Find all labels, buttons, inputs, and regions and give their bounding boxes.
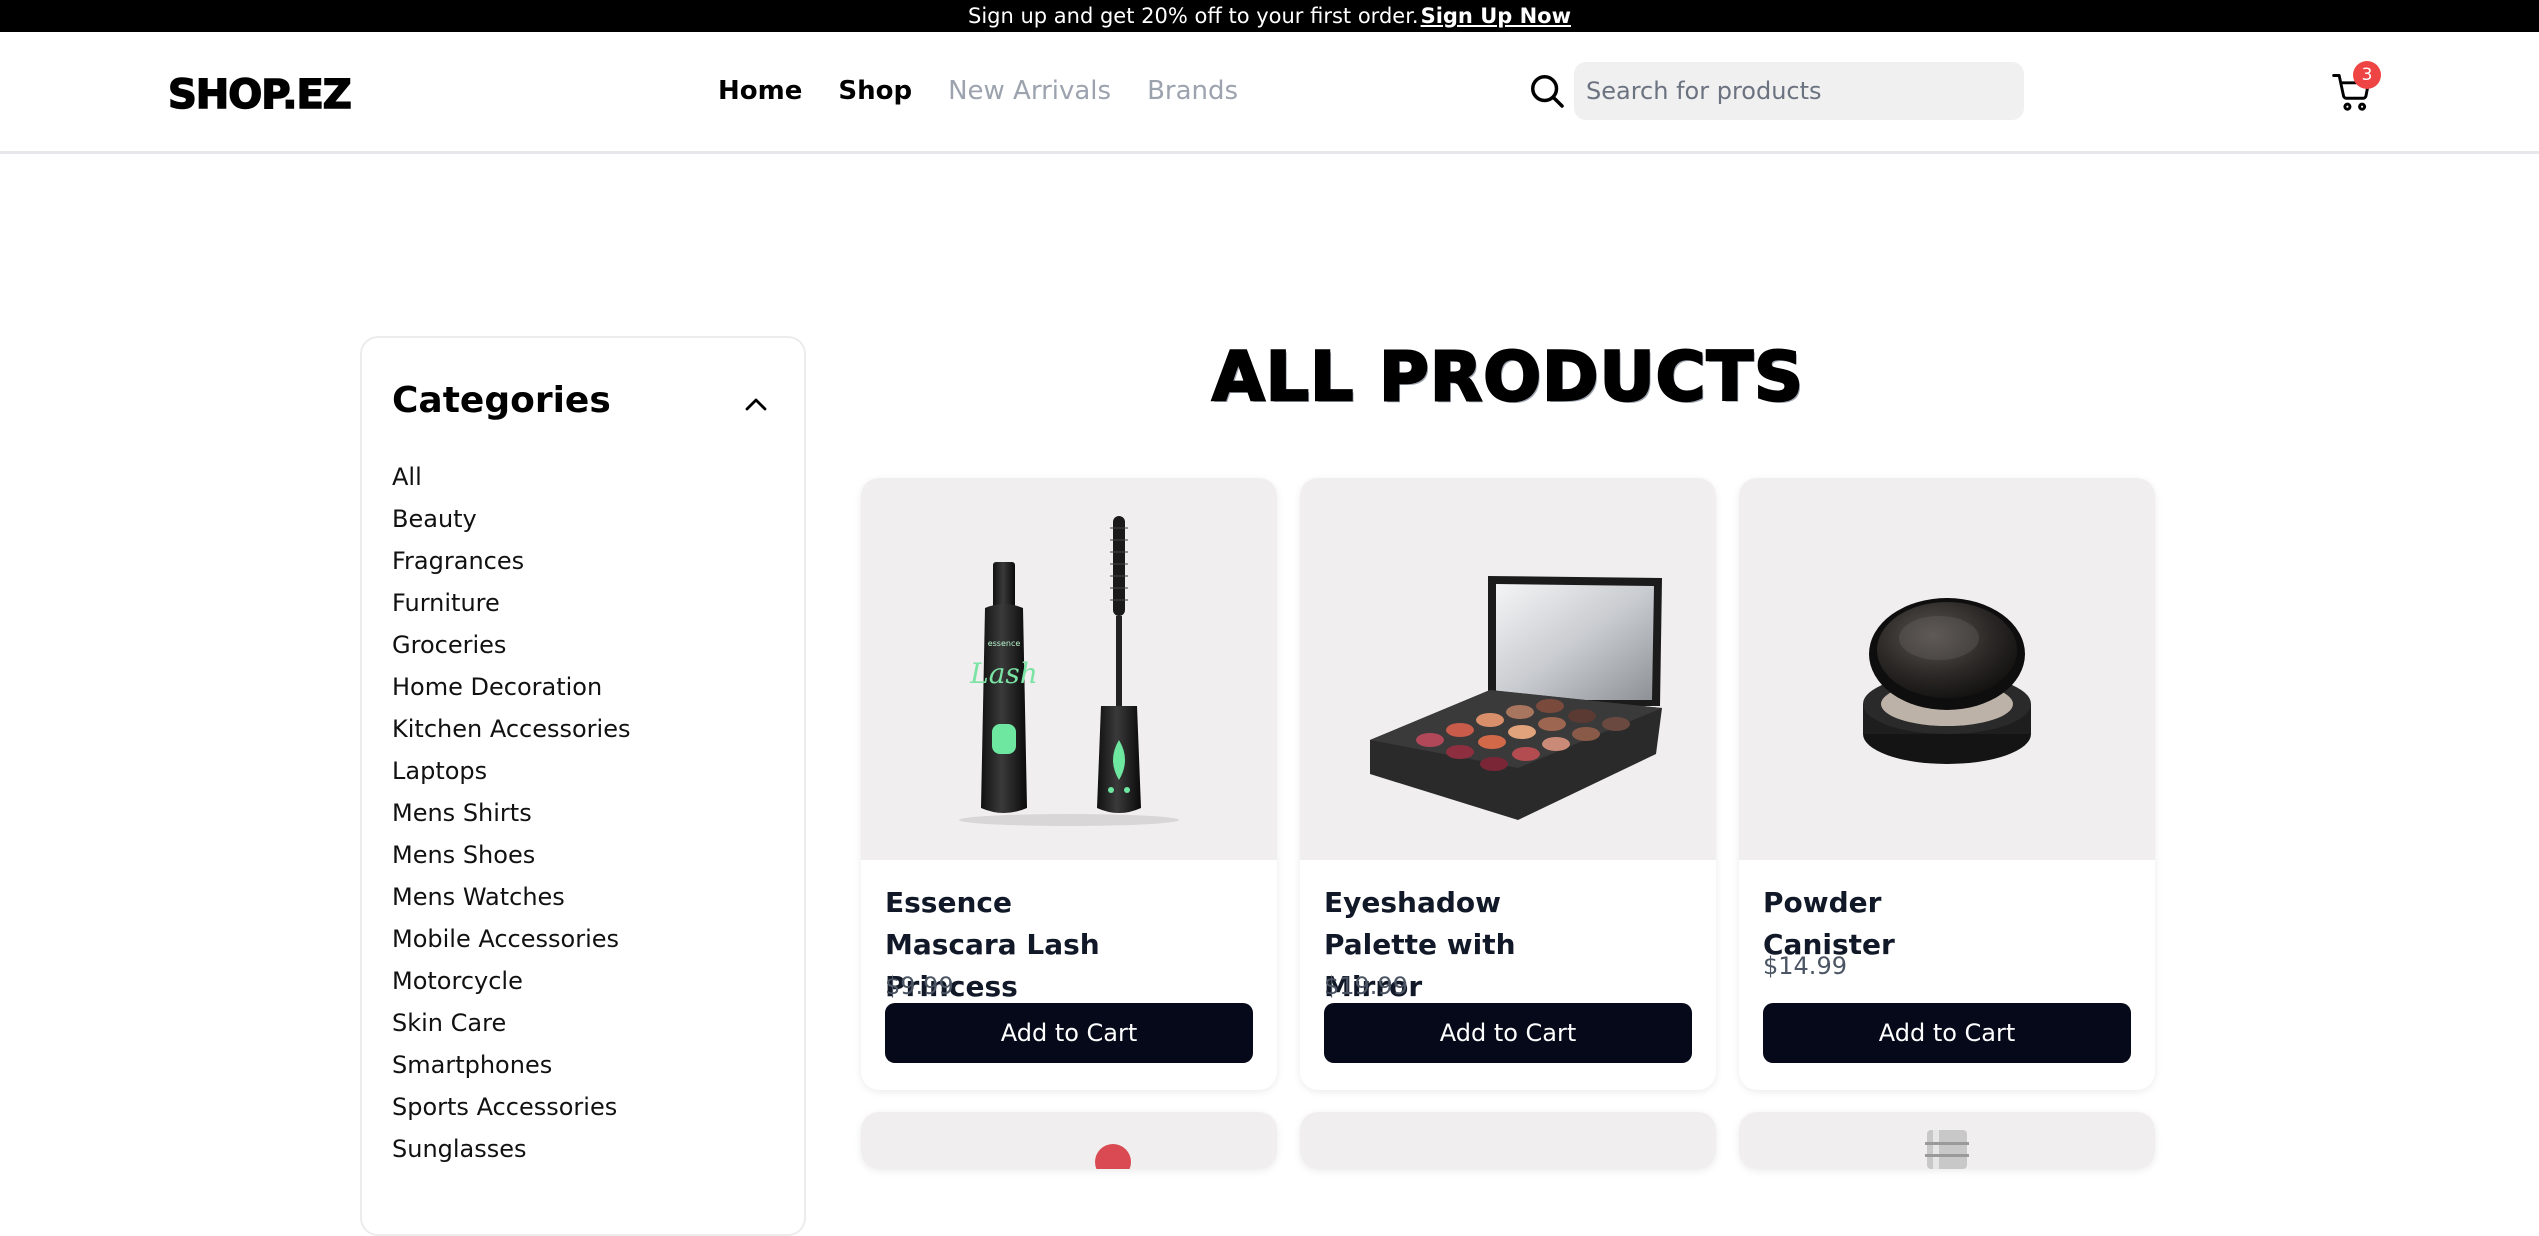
category-sports-accessories[interactable]: Sports Accessories — [392, 1086, 630, 1128]
nav-home[interactable]: Home — [718, 76, 802, 106]
category-mens-shirts[interactable]: Mens Shirts — [392, 792, 630, 834]
page-title: ALL PRODUCTS — [1211, 337, 1804, 419]
promo-bar: Sign up and get 20% off to your first or… — [0, 0, 2539, 32]
product-card[interactable] — [1300, 1112, 1716, 1169]
category-home-decoration[interactable]: Home Decoration — [392, 666, 630, 708]
category-smartphones[interactable]: Smartphones — [392, 1044, 630, 1086]
main-nav: Home Shop New Arrivals Brands — [718, 76, 1238, 106]
product-card[interactable]: essence Lash Essence Mascara Lash Prince… — [861, 478, 1277, 1090]
cart-count-badge: 3 — [2353, 61, 2381, 89]
site-header: SHOP.EZ Home Shop New Arrivals Brands 3 — [0, 32, 2539, 154]
add-to-cart-button[interactable]: Add to Cart — [1763, 1003, 2131, 1063]
categories-panel: Categories All Beauty Fragrances Furnitu… — [360, 336, 806, 1236]
product-image[interactable] — [1300, 1112, 1716, 1169]
category-kitchen-accessories[interactable]: Kitchen Accessories — [392, 708, 630, 750]
powder-canister-image — [1863, 598, 2031, 764]
product-card[interactable]: Eyeshadow Palette with Mirror $19.99 Add… — [1300, 478, 1716, 1090]
category-laptops[interactable]: Laptops — [392, 750, 630, 792]
add-to-cart-button[interactable]: Add to Cart — [1324, 1003, 1692, 1063]
product-card[interactable] — [1739, 1112, 2155, 1169]
bottle-image — [1925, 1130, 1969, 1169]
svg-text:essence: essence — [988, 639, 1021, 648]
search-icon[interactable] — [1528, 72, 1566, 110]
category-all[interactable]: All — [392, 456, 630, 498]
product-card[interactable]: Powder Canister $14.99 Add to Cart — [1739, 478, 2155, 1090]
categories-title: Categories — [392, 380, 611, 421]
category-beauty[interactable]: Beauty — [392, 498, 630, 540]
category-mobile-accessories[interactable]: Mobile Accessories — [392, 918, 630, 960]
category-skin-care[interactable]: Skin Care — [392, 1002, 630, 1044]
category-fragrances[interactable]: Fragrances — [392, 540, 630, 582]
product-image[interactable] — [1739, 1112, 2155, 1169]
nav-brands[interactable]: Brands — [1147, 76, 1238, 106]
search-bar — [1528, 62, 2024, 120]
product-image[interactable]: essence Lash — [861, 478, 1277, 860]
mascara-image: essence Lash — [959, 516, 1179, 826]
search-input[interactable] — [1574, 62, 2024, 120]
product-price: $19.99 — [1324, 972, 1408, 1000]
product-price: $9.99 — [885, 972, 954, 1000]
chevron-up-icon[interactable] — [740, 392, 772, 416]
product-image[interactable] — [1739, 478, 2155, 860]
promo-text: Sign up and get 20% off to your first or… — [967, 4, 1419, 28]
svg-text:Lash: Lash — [969, 657, 1038, 690]
category-mens-shoes[interactable]: Mens Shoes — [392, 834, 630, 876]
logo[interactable]: SHOP.EZ — [167, 71, 352, 119]
nav-shop[interactable]: Shop — [838, 76, 912, 106]
category-mens-watches[interactable]: Mens Watches — [392, 876, 630, 918]
category-list: All Beauty Fragrances Furniture Grocerie… — [392, 456, 630, 1170]
category-sunglasses[interactable]: Sunglasses — [392, 1128, 630, 1170]
product-card[interactable] — [861, 1112, 1277, 1169]
add-to-cart-button[interactable]: Add to Cart — [885, 1003, 1253, 1063]
category-furniture[interactable]: Furniture — [392, 582, 630, 624]
sign-up-link[interactable]: Sign Up Now — [1421, 4, 1571, 28]
nav-new-arrivals[interactable]: New Arrivals — [948, 76, 1111, 106]
eyeshadow-palette-image — [1370, 576, 1662, 820]
product-image[interactable] — [1300, 478, 1716, 860]
product-image[interactable] — [861, 1112, 1277, 1169]
category-motorcycle[interactable]: Motorcycle — [392, 960, 630, 1002]
category-groceries[interactable]: Groceries — [392, 624, 630, 666]
lipstick-image — [1095, 1144, 1131, 1169]
product-price: $14.99 — [1763, 952, 1847, 980]
